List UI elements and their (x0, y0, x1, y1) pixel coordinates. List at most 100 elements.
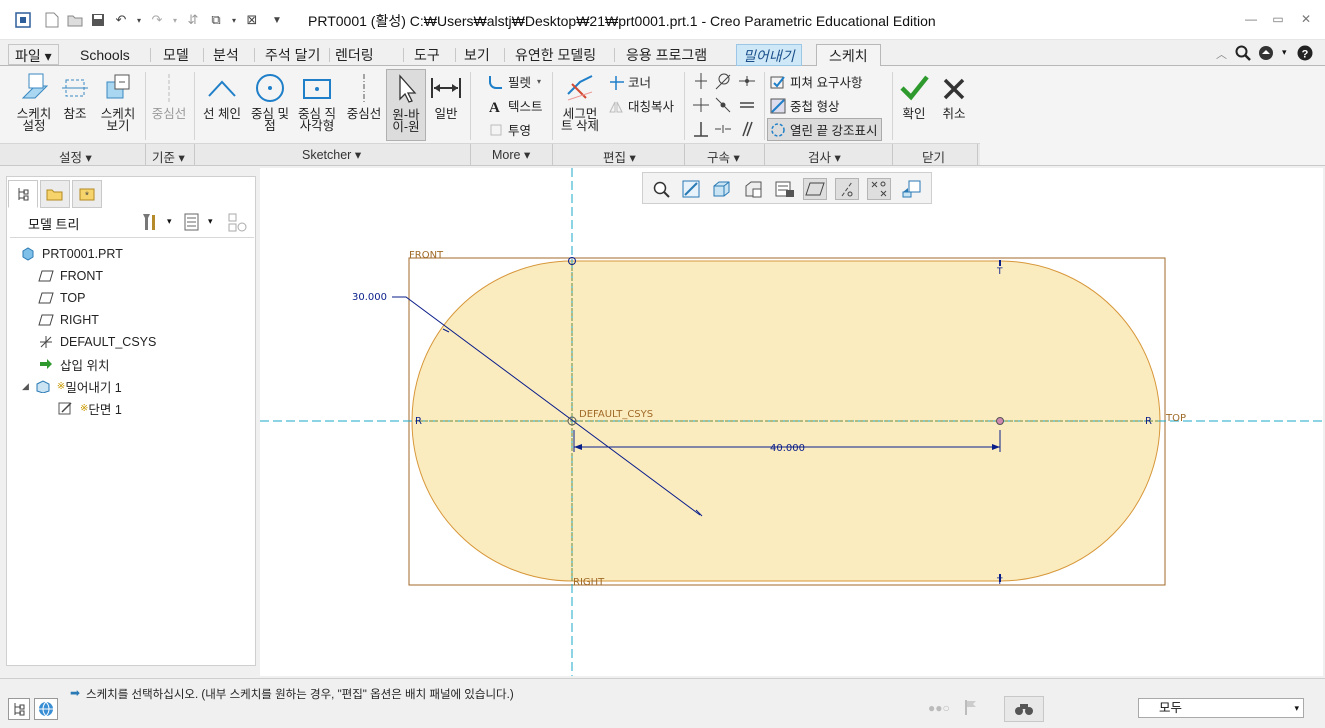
datum-centerline-button[interactable]: 중심선 (150, 72, 188, 120)
project-button[interactable]: 투영 (488, 120, 531, 139)
find-icon[interactable] (1004, 696, 1044, 722)
tab-render[interactable]: 렌더링 (329, 44, 380, 66)
open-icon[interactable] (66, 11, 84, 29)
tab-view[interactable]: 보기 (458, 44, 496, 66)
tab-flexible-modeling[interactable]: 유연한 모델링 (509, 44, 602, 66)
corner-button[interactable]: 코너 (608, 72, 651, 91)
group-setup[interactable]: 설정 ▾ (59, 147, 92, 166)
tangent-constraint-icon[interactable] (714, 72, 732, 93)
tree-item-insert-here[interactable]: 삽입 위치 (38, 354, 109, 374)
redo-dropdown-icon[interactable]: ▾ (171, 11, 179, 29)
mirror-button[interactable]: 대칭복사 (608, 96, 674, 115)
tree-item-section[interactable]: ※ 단면 1 (58, 398, 122, 418)
regenerate-icon[interactable]: ⇵ (184, 11, 202, 29)
show-dropdown-icon[interactable]: ▾ (208, 216, 213, 227)
saved-orientations-icon[interactable] (741, 178, 765, 200)
vertical-constraint-icon[interactable] (692, 72, 710, 93)
equal-constraint-icon[interactable] (738, 96, 756, 117)
tab-model-tree[interactable] (8, 180, 38, 208)
horizontal-constraint-icon[interactable] (692, 96, 710, 117)
redo-icon[interactable]: ↷ (148, 11, 166, 29)
windows-dropdown-icon[interactable]: ▾ (230, 11, 238, 29)
feature-requirements-button[interactable]: 피쳐 요구사항 (770, 72, 862, 91)
highlight-open-ends-button[interactable]: 열린 끝 강조표시 (767, 118, 883, 141)
new-icon[interactable] (43, 11, 61, 29)
save-icon[interactable] (89, 11, 107, 29)
tree-item-extrude[interactable]: ◢ ※ 밀어내기 1 (22, 376, 122, 396)
help-icon[interactable]: ? (1297, 45, 1313, 64)
flag-icon[interactable] (964, 699, 978, 718)
windows-icon[interactable]: ⧉ (207, 11, 225, 29)
tab-file[interactable]: 파일 ▾ (8, 44, 59, 65)
fillet-button[interactable]: 필렛 ▾ (488, 72, 541, 91)
tree-settings-icon[interactable] (140, 212, 158, 235)
tab-model[interactable]: 모델 (157, 44, 195, 66)
line-chain-button[interactable]: 선 체인 (200, 72, 244, 120)
sketch-orientation-icon[interactable] (899, 178, 923, 200)
tree-item-top[interactable]: TOP (38, 288, 85, 308)
refit-icon[interactable] (649, 178, 673, 200)
tab-schools[interactable]: Schools (74, 44, 136, 66)
tab-annotate[interactable]: 주석 달기 (259, 44, 326, 66)
tab-folder-browser[interactable] (40, 180, 70, 208)
show-navigator-icon[interactable] (8, 698, 30, 720)
minimize-button[interactable]: — (1243, 12, 1259, 26)
perpendicular-constraint-icon[interactable] (692, 120, 710, 141)
centerline-button[interactable]: 중심선 (344, 72, 384, 120)
symmetric-constraint-icon[interactable] (714, 120, 732, 141)
customize-dropdown-icon[interactable]: ▼ (272, 11, 282, 29)
community-icon[interactable] (1258, 45, 1276, 64)
tab-favorites[interactable]: * (72, 180, 102, 208)
undo-dropdown-icon[interactable]: ▾ (135, 11, 143, 29)
group-datum[interactable]: 기준 ▾ (152, 147, 185, 166)
axis-display-icon[interactable] (835, 178, 859, 200)
ok-button[interactable]: 확인 (897, 72, 931, 120)
tree-item-front[interactable]: FRONT (38, 266, 103, 286)
group-more[interactable]: More ▾ (492, 147, 530, 162)
tree-item-part[interactable]: PRT0001.PRT (20, 244, 123, 264)
group-edit[interactable]: 편집 ▾ (603, 147, 636, 166)
datum-display-icon[interactable] (803, 178, 827, 200)
select-button[interactable]: 원-바 이-원 (386, 69, 426, 141)
tree-columns-icon[interactable] (228, 213, 248, 236)
normal-dimension-button[interactable]: 일반 (428, 72, 464, 120)
view-manager-icon[interactable] (773, 178, 797, 200)
maximize-button[interactable]: ▭ (1270, 12, 1286, 26)
midpoint-constraint-icon[interactable] (738, 72, 756, 93)
tab-analysis[interactable]: 분석 (207, 44, 245, 66)
close-button[interactable]: ✕ (1298, 12, 1314, 26)
tab-applications[interactable]: 응용 프로그램 (620, 44, 713, 66)
cancel-button[interactable]: 취소 (937, 72, 971, 120)
coincident-constraint-icon[interactable] (714, 96, 732, 117)
sketch-canvas[interactable]: FRONT TOP RIGHT DEFAULT_CSYS 30.000 40.0… (260, 168, 1323, 676)
center-point-circle-button[interactable]: 중심 및 점 (248, 72, 292, 132)
tree-settings-dropdown-icon[interactable]: ▾ (167, 216, 172, 227)
text-button[interactable]: A 텍스트 (488, 96, 543, 115)
overlapping-geometry-button[interactable]: 중첩 형상 (770, 96, 839, 115)
parallel-constraint-icon[interactable] (738, 120, 756, 141)
tab-tools[interactable]: 도구 (408, 44, 446, 66)
sketch-view-button[interactable]: 스케치 보기 (98, 72, 138, 132)
zoom-in-icon[interactable] (679, 178, 703, 200)
group-sketcher[interactable]: Sketcher ▾ (302, 147, 361, 162)
tab-sketch[interactable]: 스케치 (816, 44, 881, 67)
search-icon[interactable] (1235, 45, 1251, 64)
center-rectangle-button[interactable]: 중심 직 사각형 (294, 72, 340, 132)
expand-arrow-icon[interactable]: ◢ (22, 381, 29, 392)
selection-filter-dropdown[interactable]: 모두 ▾ (1138, 698, 1304, 718)
graphics-window[interactable]: FRONT TOP RIGHT DEFAULT_CSYS 30.000 40.0… (260, 168, 1323, 676)
show-browser-icon[interactable] (34, 698, 58, 720)
tab-extrude[interactable]: 밀어내기 (736, 44, 802, 66)
sketch-setup-button[interactable]: 스케치 설정 (14, 72, 54, 132)
tree-item-default-csys[interactable]: DEFAULT_CSYS (38, 332, 156, 352)
collapse-ribbon-icon[interactable]: ︿ (1216, 46, 1227, 62)
group-constrain[interactable]: 구속 ▾ (707, 147, 740, 166)
tree-item-right[interactable]: RIGHT (38, 310, 99, 330)
references-button[interactable]: 참조 (60, 72, 90, 120)
close-window-icon[interactable]: ⊠ (243, 11, 261, 29)
delete-segment-button[interactable]: 세그먼 트 삭제 (558, 72, 602, 132)
display-style-icon[interactable] (709, 178, 733, 200)
undo-icon[interactable]: ↶ (112, 11, 130, 29)
group-inspect[interactable]: 검사 ▾ (808, 147, 841, 166)
point-display-icon[interactable] (867, 178, 891, 200)
